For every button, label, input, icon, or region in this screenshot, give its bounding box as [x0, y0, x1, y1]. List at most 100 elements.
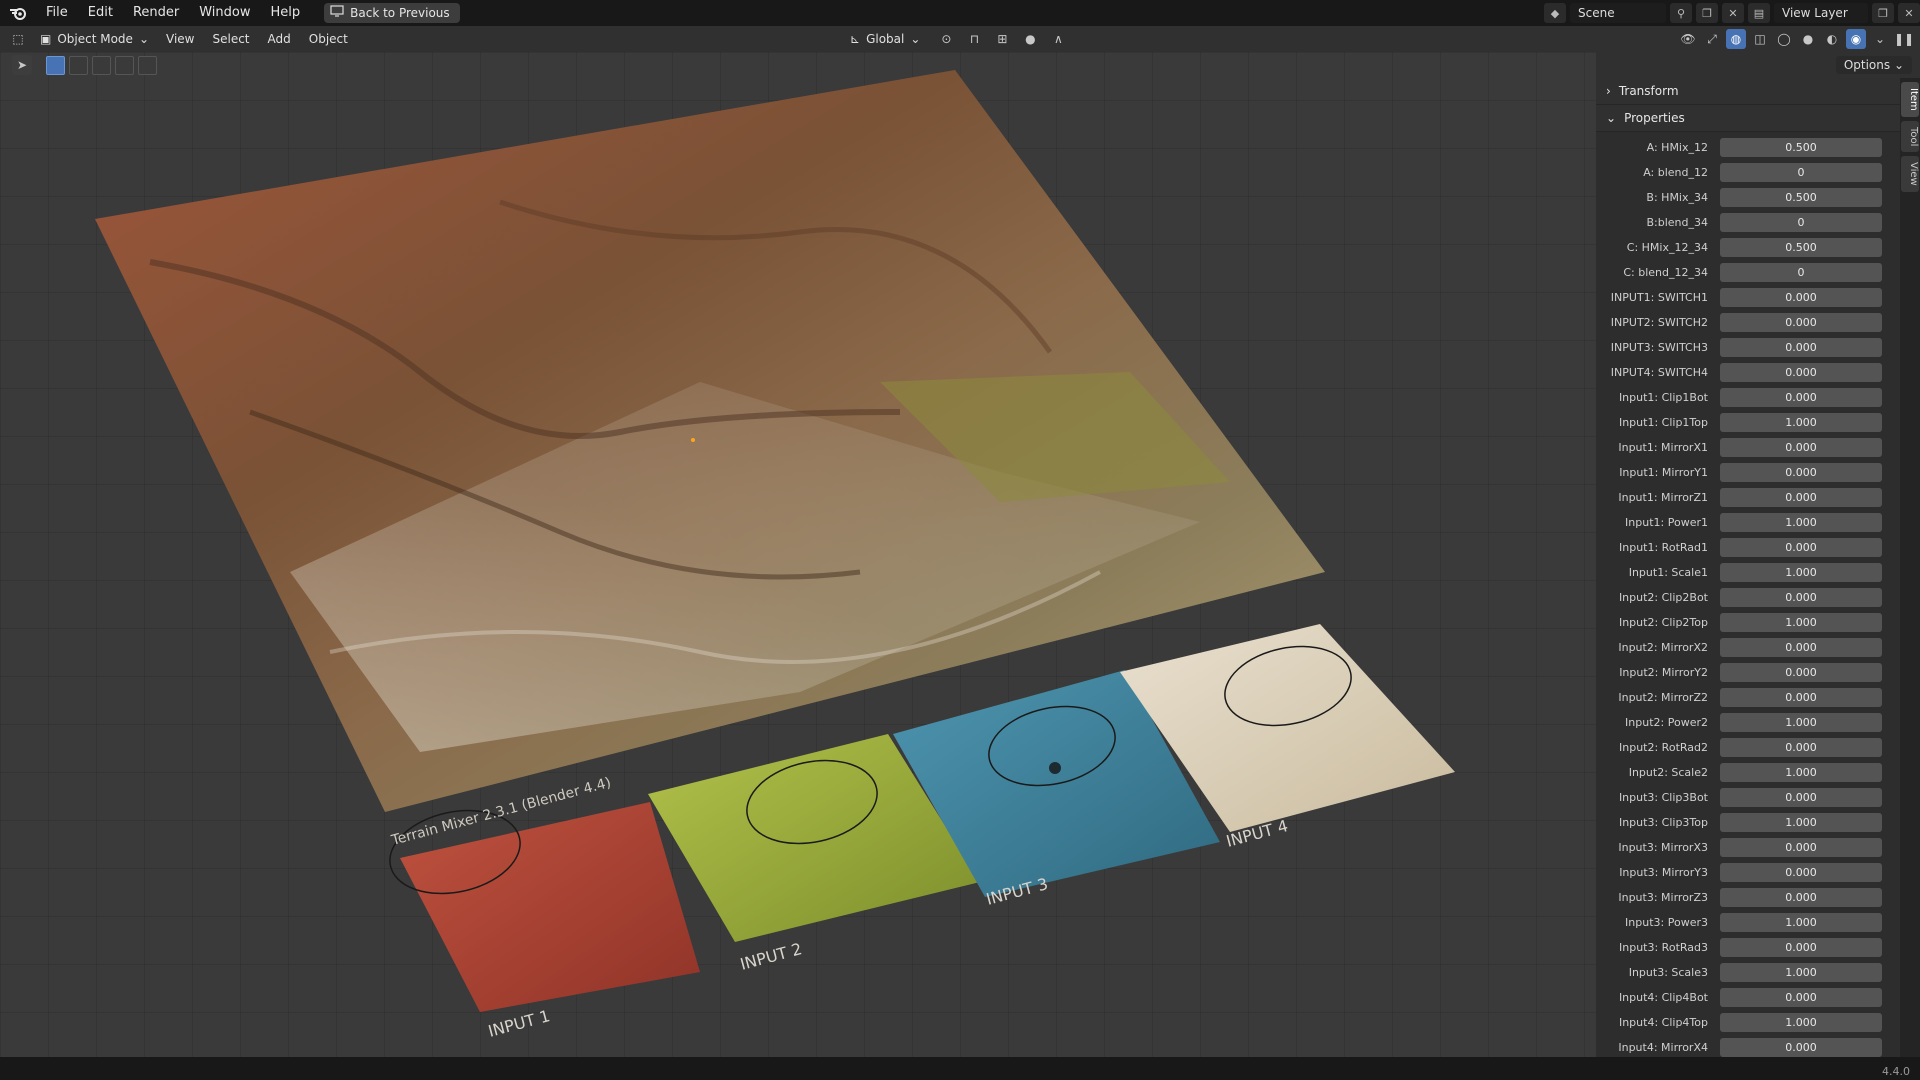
property-value-field[interactable]: 0.000 [1720, 288, 1882, 307]
select-subtract-icon[interactable] [92, 55, 111, 75]
wireframe-shading-icon[interactable]: ◯ [1774, 29, 1794, 49]
delete-view-layer-icon[interactable]: ✕ [1898, 3, 1920, 23]
editor-type-icon[interactable]: ⬚ [8, 29, 28, 49]
overlay-icon[interactable]: ◍ [1726, 29, 1746, 49]
property-value-field[interactable]: 0.000 [1720, 488, 1882, 507]
property-value-field[interactable]: 0.000 [1720, 438, 1882, 457]
property-value-field[interactable]: 0.500 [1720, 188, 1882, 207]
property-row: Input2: MirrorX2 0.000 [1596, 635, 1900, 660]
view-layer-field[interactable]: View Layer [1774, 3, 1868, 23]
tab-tool[interactable]: Tool [1901, 120, 1919, 153]
property-value-field[interactable]: 1.000 [1720, 713, 1882, 732]
property-value-field[interactable]: 0.000 [1720, 738, 1882, 757]
proportional-edit-icon[interactable]: ● [1020, 29, 1040, 49]
cursor-tool-icon[interactable]: ➤ [12, 55, 32, 75]
new-scene-icon[interactable]: ❐ [1696, 3, 1718, 23]
property-value-field[interactable]: 0.500 [1720, 238, 1882, 257]
property-label: A: blend_12 [1643, 166, 1708, 179]
property-row: B:blend_34 0 [1596, 210, 1900, 235]
3d-viewport[interactable]: INPUT 1 INPUT 2 INPUT 3 INPUT 4 Terrain … [0, 52, 1596, 1057]
property-value-field[interactable]: 0.000 [1720, 313, 1882, 332]
property-value-field[interactable]: 0.000 [1720, 638, 1882, 657]
property-value-field[interactable]: 0.000 [1720, 1038, 1882, 1057]
delete-scene-icon[interactable]: ✕ [1722, 3, 1744, 23]
transform-panel-header[interactable]: › Transform [1596, 78, 1900, 105]
menu-add[interactable]: Add [259, 32, 300, 46]
property-value-field[interactable]: 1.000 [1720, 1013, 1882, 1032]
property-value-field[interactable]: 0.000 [1720, 338, 1882, 357]
property-value-field[interactable]: 0.000 [1720, 463, 1882, 482]
properties-panel-label: Properties [1624, 111, 1685, 125]
property-value-field[interactable]: 1.000 [1720, 563, 1882, 582]
snap-target-icon[interactable]: ⊞ [992, 29, 1012, 49]
scene-field[interactable]: Scene [1570, 3, 1666, 23]
property-value-field[interactable]: 1.000 [1720, 813, 1882, 832]
property-value-field[interactable]: 0 [1720, 213, 1882, 232]
select-extend-icon[interactable] [69, 55, 88, 75]
solid-shading-icon[interactable]: ● [1798, 29, 1818, 49]
falloff-icon[interactable]: ∧ [1048, 29, 1068, 49]
property-value-field[interactable]: 0.000 [1720, 838, 1882, 857]
property-row: Input1: MirrorZ1 0.000 [1596, 485, 1900, 510]
property-value-field[interactable]: 1.000 [1720, 613, 1882, 632]
property-value-field[interactable]: 0.000 [1720, 688, 1882, 707]
property-value-field[interactable]: 0.000 [1720, 388, 1882, 407]
property-value-field[interactable]: 0.000 [1720, 363, 1882, 382]
property-value-field[interactable]: 0 [1720, 163, 1882, 182]
blender-logo-icon[interactable] [0, 0, 36, 26]
tab-view[interactable]: View [1901, 156, 1919, 192]
snap-icon[interactable]: ⊓ [964, 29, 984, 49]
property-label: Input3: RotRad3 [1619, 941, 1708, 954]
select-intersect-icon[interactable] [138, 55, 157, 75]
gizmo-icon[interactable]: ⤢ [1702, 29, 1722, 49]
menu-view[interactable]: View [157, 32, 203, 46]
menu-edit[interactable]: Edit [78, 0, 123, 26]
menu-select[interactable]: Select [203, 32, 258, 46]
property-value-field[interactable]: 0.000 [1720, 663, 1882, 682]
view-layer-label: View Layer [1782, 6, 1848, 20]
property-value-field[interactable]: 0.000 [1720, 863, 1882, 882]
property-label: INPUT3: SWITCH3 [1610, 341, 1708, 354]
property-value-field[interactable]: 1.000 [1720, 413, 1882, 432]
menu-window[interactable]: Window [189, 0, 260, 26]
new-view-layer-icon[interactable]: ❐ [1872, 3, 1894, 23]
pin-icon[interactable]: ⚲ [1670, 3, 1692, 23]
property-label: Input3: MirrorZ3 [1618, 891, 1708, 904]
object-mode-dropdown[interactable]: ▣ Object Mode ⌄ [32, 29, 157, 49]
property-value-field[interactable]: 0.000 [1720, 938, 1882, 957]
select-invert-icon[interactable] [115, 55, 134, 75]
rendered-shading-icon[interactable]: ◉ [1846, 29, 1866, 49]
orientation-dropdown[interactable]: ⊾ Global ⌄ [842, 29, 928, 49]
property-value-field[interactable]: 0.000 [1720, 788, 1882, 807]
property-value-field[interactable]: 0.000 [1720, 538, 1882, 557]
properties-panel-header[interactable]: ⌄ Properties [1596, 105, 1900, 132]
pause-icon[interactable]: ❚❚ [1894, 29, 1914, 49]
view-layer-selector-icon[interactable]: ▤ [1748, 3, 1770, 23]
scene-selector-icon[interactable]: ◆ [1544, 3, 1566, 23]
menu-file[interactable]: File [36, 0, 78, 26]
property-value-field[interactable]: 0.000 [1720, 888, 1882, 907]
menu-help[interactable]: Help [261, 0, 311, 26]
menu-render[interactable]: Render [123, 0, 189, 26]
material-shading-icon[interactable]: ◐ [1822, 29, 1842, 49]
property-value-field[interactable]: 0.500 [1720, 138, 1882, 157]
property-value-field[interactable]: 1.000 [1720, 513, 1882, 532]
property-value-field[interactable]: 0 [1720, 263, 1882, 282]
menu-object[interactable]: Object [300, 32, 357, 46]
property-row: Input1: MirrorY1 0.000 [1596, 460, 1900, 485]
property-value-field[interactable]: 0.000 [1720, 588, 1882, 607]
property-value-field[interactable]: 0.000 [1720, 988, 1882, 1007]
property-value-field[interactable]: 1.000 [1720, 963, 1882, 982]
visibility-icon[interactable]: 👁 [1678, 29, 1698, 49]
property-row: Input3: Power3 1.000 [1596, 910, 1900, 935]
xray-icon[interactable]: ◫ [1750, 29, 1770, 49]
options-dropdown[interactable]: Options ⌄ [1835, 56, 1912, 74]
property-value-field[interactable]: 1.000 [1720, 763, 1882, 782]
select-new-icon[interactable] [46, 55, 65, 75]
back-to-previous-button[interactable]: Back to Previous [324, 3, 460, 23]
tab-item[interactable]: Item [1901, 82, 1919, 117]
shading-options-chevron-icon[interactable]: ⌄ [1870, 29, 1890, 49]
property-value-field[interactable]: 1.000 [1720, 913, 1882, 932]
sidebar-tabs: Item Tool View [1900, 78, 1920, 1058]
pivot-icon[interactable]: ⊙ [936, 29, 956, 49]
